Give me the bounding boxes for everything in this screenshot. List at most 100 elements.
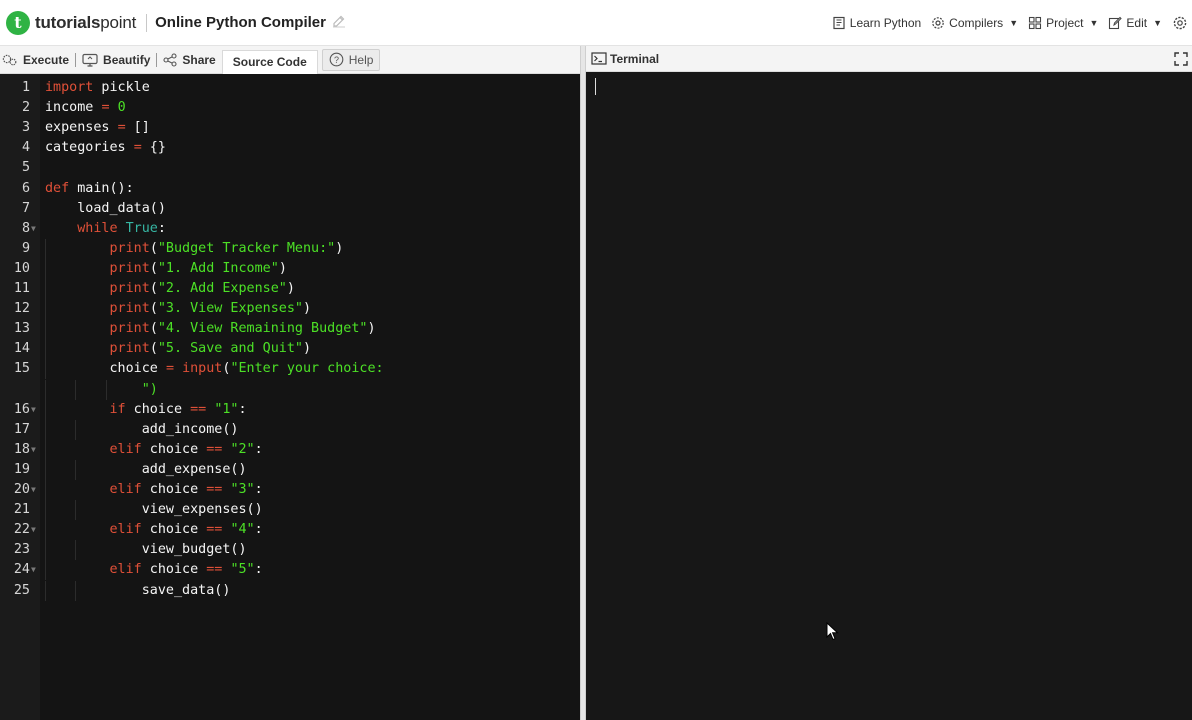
code-editor[interactable]: 1 import pickle 2 income = 0 3 expenses = [] 4… bbox=[0, 74, 580, 720]
code-text: expenses = [] bbox=[45, 120, 150, 136]
line-number: 6 bbox=[21, 180, 30, 196]
fold-arrow-icon[interactable]: ▼ bbox=[31, 440, 36, 460]
nav-project[interactable]: Project ▼ bbox=[1028, 16, 1098, 30]
chevron-down-icon: ▼ bbox=[1153, 18, 1162, 28]
terminal-header: Terminal bbox=[586, 46, 1192, 72]
fold-arrow-icon[interactable]: ▼ bbox=[31, 520, 36, 540]
code-line: 17 add_income() bbox=[0, 419, 580, 440]
terminal-tab[interactable]: Terminal bbox=[591, 52, 659, 66]
nav-compilers[interactable]: Compilers ▼ bbox=[931, 16, 1018, 30]
code-text: view_budget() bbox=[45, 542, 247, 558]
code-line: 9 print("Budget Tracker Menu:") bbox=[0, 238, 580, 259]
code-text: ") bbox=[141, 381, 158, 397]
logo-text-rest: point bbox=[100, 12, 137, 32]
code-text: elif choice == "5": bbox=[109, 562, 263, 578]
help-button[interactable]: ? Help bbox=[321, 48, 381, 71]
beautify-button[interactable]: Beautify bbox=[76, 46, 156, 74]
line-number: 14 bbox=[13, 341, 30, 357]
line-number: 18 bbox=[13, 441, 30, 457]
code-text: load_data() bbox=[45, 200, 166, 216]
fold-arrow-icon[interactable]: ▼ bbox=[31, 219, 36, 239]
mouse-pointer-icon bbox=[826, 621, 840, 647]
execute-gears-icon bbox=[2, 54, 17, 65]
terminal-output[interactable] bbox=[586, 72, 1192, 720]
header-divider bbox=[146, 13, 148, 32]
fullscreen-icon[interactable] bbox=[1174, 52, 1188, 71]
code-line: 10 print("1. Add Income") bbox=[0, 258, 580, 279]
gear-icon bbox=[932, 17, 944, 29]
code-line: 6 def main(): bbox=[0, 179, 580, 199]
line-number: 8 bbox=[21, 220, 30, 236]
share-icon bbox=[163, 52, 177, 67]
line-number: 3 bbox=[21, 120, 30, 136]
code-line: 8 ▼ while True: bbox=[0, 219, 580, 239]
nav-edit[interactable]: Edit ▼ bbox=[1108, 16, 1162, 30]
code-line: 16 ▼ if choice == "1": bbox=[0, 399, 580, 420]
fold-arrow-icon[interactable]: ▼ bbox=[31, 400, 36, 420]
nav-learn-python[interactable]: Learn Python bbox=[832, 16, 921, 30]
fold-arrow-icon[interactable]: ▼ bbox=[31, 480, 36, 500]
code-text: if choice == "1": bbox=[109, 401, 247, 417]
code-line: 4 categories = {} bbox=[0, 138, 580, 158]
help-icon: ? bbox=[329, 52, 344, 67]
chevron-down-icon: ▼ bbox=[1089, 18, 1099, 28]
settings-icon bbox=[1173, 16, 1187, 30]
code-line: 13 print("4. View Remaining Budget") bbox=[0, 319, 580, 340]
share-label: Share bbox=[182, 52, 216, 67]
share-button[interactable]: Share bbox=[157, 46, 221, 74]
code-text: print("4. View Remaining Budget") bbox=[109, 321, 376, 337]
code-text: elif choice == "4": bbox=[109, 522, 263, 538]
grid-icon bbox=[1029, 16, 1042, 30]
code-text: elif choice == "3": bbox=[109, 482, 263, 497]
code-text: import pickle bbox=[45, 80, 150, 95]
tutorialspoint-logo[interactable]: t tutorialspoint bbox=[6, 10, 137, 35]
tab-source-code[interactable]: Source Code bbox=[221, 49, 318, 74]
help-label: Help bbox=[348, 52, 374, 67]
execute-label: Execute bbox=[23, 52, 70, 67]
pencil-icon bbox=[1109, 16, 1123, 30]
line-number: 22 bbox=[13, 522, 30, 538]
code-text: view_expenses() bbox=[45, 502, 263, 518]
code-text: print("Budget Tracker Menu:") bbox=[109, 240, 344, 256]
terminal-icon bbox=[591, 52, 607, 65]
line-number: 10 bbox=[13, 260, 30, 276]
execute-button[interactable]: Execute bbox=[0, 46, 75, 74]
code-line: 7 load_data() bbox=[0, 199, 580, 219]
line-number: 2 bbox=[21, 100, 30, 116]
code-line: 22 ▼ elif choice == "4": bbox=[0, 520, 580, 541]
code-line: 12 print("3. View Expenses") bbox=[0, 299, 580, 320]
beautify-label: Beautify bbox=[103, 52, 151, 67]
terminal-cursor bbox=[595, 78, 596, 95]
code-text: print("1. Add Income") bbox=[109, 260, 287, 276]
monitor-icon bbox=[82, 53, 98, 67]
line-number: 11 bbox=[13, 281, 30, 296]
code-text: elif choice == "2": bbox=[109, 441, 263, 457]
code-text: print("2. Add Expense") bbox=[109, 281, 295, 296]
code-text: income = 0 bbox=[45, 100, 126, 116]
code-line: ") bbox=[0, 379, 580, 400]
code-line: 14 print("5. Save and Quit") bbox=[0, 339, 580, 360]
code-line: 19 add_expense() bbox=[0, 459, 580, 480]
code-line: 25 save_data() bbox=[0, 580, 580, 601]
code-line: 21 view_expenses() bbox=[0, 500, 580, 521]
nav-project-label: Project bbox=[1046, 16, 1084, 30]
settings-button[interactable] bbox=[1172, 15, 1192, 31]
line-number: 4 bbox=[21, 140, 30, 156]
code-line: 2 income = 0 bbox=[0, 98, 580, 118]
edit-title-icon[interactable] bbox=[332, 14, 346, 31]
code-text: while True: bbox=[77, 220, 166, 236]
line-number: 17 bbox=[13, 421, 30, 437]
fold-arrow-icon[interactable]: ▼ bbox=[31, 560, 36, 580]
code-line: 1 import pickle bbox=[0, 78, 580, 98]
code-line: 3 expenses = [] bbox=[0, 118, 580, 138]
code-line: 20 ▼ elif choice == "3": bbox=[0, 480, 580, 501]
logo-text-bold: tutorials bbox=[35, 12, 101, 32]
line-number: 16 bbox=[13, 401, 30, 417]
code-line: 18 ▼ elif choice == "2": bbox=[0, 439, 580, 460]
code-text: categories = {} bbox=[45, 140, 166, 156]
book-icon bbox=[833, 16, 845, 30]
code-text: print("3. View Expenses") bbox=[109, 301, 312, 317]
editor-toolbar: Execute Beautify Share Source Code ? Hel… bbox=[0, 46, 582, 74]
line-number: 15 bbox=[13, 361, 30, 377]
code-text: save_data() bbox=[45, 582, 231, 598]
